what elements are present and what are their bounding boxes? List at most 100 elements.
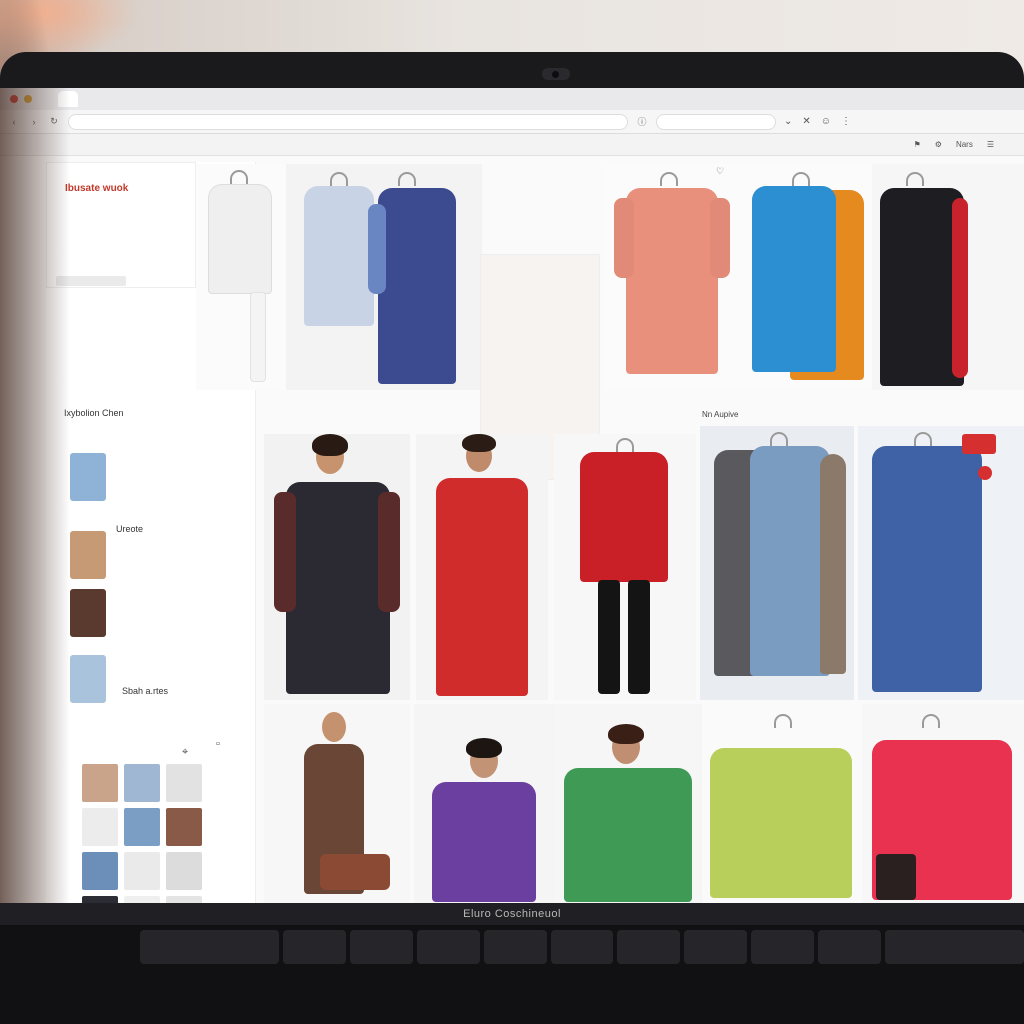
profile-icon[interactable]: ☺	[821, 116, 831, 127]
product-purple-top[interactable]	[414, 704, 554, 903]
hanger-icon	[914, 432, 932, 446]
laptop-brand-label: Eluro Coschineuol	[463, 908, 561, 920]
hanger-icon	[792, 172, 810, 186]
garment-black-floral	[286, 482, 390, 694]
badge-dot	[978, 466, 992, 480]
product-meta: Nn Aupive	[702, 410, 739, 419]
collage-thumb[interactable]	[124, 852, 160, 890]
product-lime-top[interactable]	[702, 704, 862, 903]
garment-trousers	[628, 580, 650, 694]
bookmark-icon[interactable]: ⚙	[935, 140, 942, 149]
garment-sleeve	[614, 198, 634, 278]
sidebar-item[interactable]	[70, 530, 250, 580]
keyboard-key[interactable]	[140, 930, 279, 964]
garment-denim-patch	[750, 446, 830, 676]
product-blue-tee[interactable]	[738, 164, 872, 390]
menu-icon[interactable]: ⋮	[841, 116, 851, 127]
garment-lime-top	[710, 748, 852, 898]
address-bar-row: ‹ › ↻ ⓘ ⌄ ✕ ☺ ⋮	[0, 110, 1024, 134]
collage-thumb[interactable]	[166, 808, 202, 846]
garment-red-floral	[436, 478, 528, 696]
product-coral-shirt[interactable]: ♡	[604, 164, 738, 390]
keyboard-key[interactable]	[349, 930, 413, 964]
thumb-blue-top	[70, 453, 106, 501]
bookmarks-bar: ⚑ ⚙ Nars ☰	[0, 134, 1024, 156]
info-icon[interactable]: ⓘ	[636, 116, 648, 128]
product-green-print[interactable]	[554, 704, 702, 903]
keyboard-key[interactable]	[818, 930, 882, 964]
garment-trousers	[598, 580, 620, 694]
thumb-light-dress	[70, 655, 106, 703]
product-white-blouse[interactable]	[196, 164, 286, 390]
model-hair	[312, 434, 348, 456]
store-promo[interactable]: Ibusate wuok	[65, 183, 187, 194]
favorite-icon[interactable]: ♡	[716, 166, 724, 177]
bookmark-item[interactable]: Nars	[956, 140, 973, 149]
sidebar-item[interactable]	[70, 452, 250, 502]
keyboard-key[interactable]	[483, 930, 547, 964]
sidebar-item[interactable]	[70, 654, 250, 704]
search-input[interactable]	[656, 113, 776, 130]
garment-sleeve	[274, 492, 296, 612]
handbag-icon	[876, 854, 916, 900]
keyboard-key[interactable]	[751, 930, 815, 964]
collage-thumb[interactable]	[82, 896, 118, 903]
product-brown-dress[interactable]	[264, 704, 410, 903]
product-black-dress[interactable]	[872, 164, 1024, 390]
collage-thumb[interactable]	[124, 764, 160, 802]
product-red-floral-dress[interactable]	[416, 434, 548, 700]
keyboard-key[interactable]	[282, 930, 346, 964]
model-hair	[462, 434, 496, 452]
extensions-bar: ⌄ ✕ ☺ ⋮	[784, 116, 851, 127]
laptop-screen: ‹ › ↻ ⓘ ⌄ ✕ ☺ ⋮ ⚑ ⚙ Nars ☰ Ibusat	[0, 88, 1024, 903]
collage-thumb[interactable]	[166, 896, 202, 903]
url-input[interactable]	[68, 113, 628, 130]
keyboard-key[interactable]	[550, 930, 614, 964]
sale-badge[interactable]	[962, 434, 996, 454]
browser-tab-bar	[0, 88, 1024, 110]
garment-green-print	[564, 768, 692, 902]
collage-thumb[interactable]	[166, 764, 202, 802]
product-denim-patchwork[interactable]	[700, 426, 854, 700]
hanger-icon	[398, 172, 416, 186]
product-floral-set[interactable]	[286, 164, 482, 390]
garment-sleeve	[378, 492, 400, 612]
hanger-icon	[770, 432, 788, 446]
hanger-icon	[922, 714, 940, 728]
garment-indigo-dress	[378, 188, 456, 384]
collage-thumb[interactable]	[82, 764, 118, 802]
keyboard-row	[140, 930, 1024, 970]
tag-icon[interactable]: ⌖	[182, 746, 188, 759]
pin-icon[interactable]: ✕	[802, 116, 810, 127]
garment-blue-print	[872, 446, 982, 692]
product-red-top[interactable]	[554, 434, 696, 700]
bookmark-icon[interactable]: ⚑	[914, 140, 921, 149]
product-black-floral-dress[interactable]	[264, 434, 410, 700]
collage-thumb[interactable]	[124, 896, 160, 903]
dropdown-icon[interactable]: ⌄	[784, 116, 792, 127]
laptop-bezel: Eluro Coschineuol	[0, 903, 1024, 925]
garment-red-scarf	[952, 198, 968, 378]
sidebar-item-meta: Sbah a.rtes	[122, 686, 169, 696]
garment-blue-tee	[752, 186, 836, 372]
thumb-tan-coat	[70, 531, 106, 579]
hanger-icon	[906, 172, 924, 186]
product-blue-print-coat[interactable]	[858, 426, 1024, 700]
collage-thumb[interactable]	[166, 852, 202, 890]
webcam-icon	[542, 68, 570, 80]
keyboard-key[interactable]	[885, 930, 1024, 964]
sidebar-item[interactable]	[70, 588, 250, 638]
keyboard-key[interactable]	[617, 930, 681, 964]
grid-view-icon[interactable]: ▫	[216, 738, 220, 750]
keyboard-key[interactable]	[416, 930, 480, 964]
section-heading: Ixybolion Chen	[64, 408, 124, 418]
collage-thumb[interactable]	[82, 852, 118, 890]
collage-thumb[interactable]	[82, 808, 118, 846]
hanger-icon	[774, 714, 792, 728]
thumb-brown-jacket	[70, 589, 106, 637]
collage-thumb[interactable]	[124, 808, 160, 846]
bookmarks-right: ⚑ ⚙ Nars ☰	[914, 140, 994, 149]
product-pink-top[interactable]	[862, 704, 1024, 903]
keyboard-key[interactable]	[684, 930, 748, 964]
bookmark-icon[interactable]: ☰	[987, 140, 994, 149]
